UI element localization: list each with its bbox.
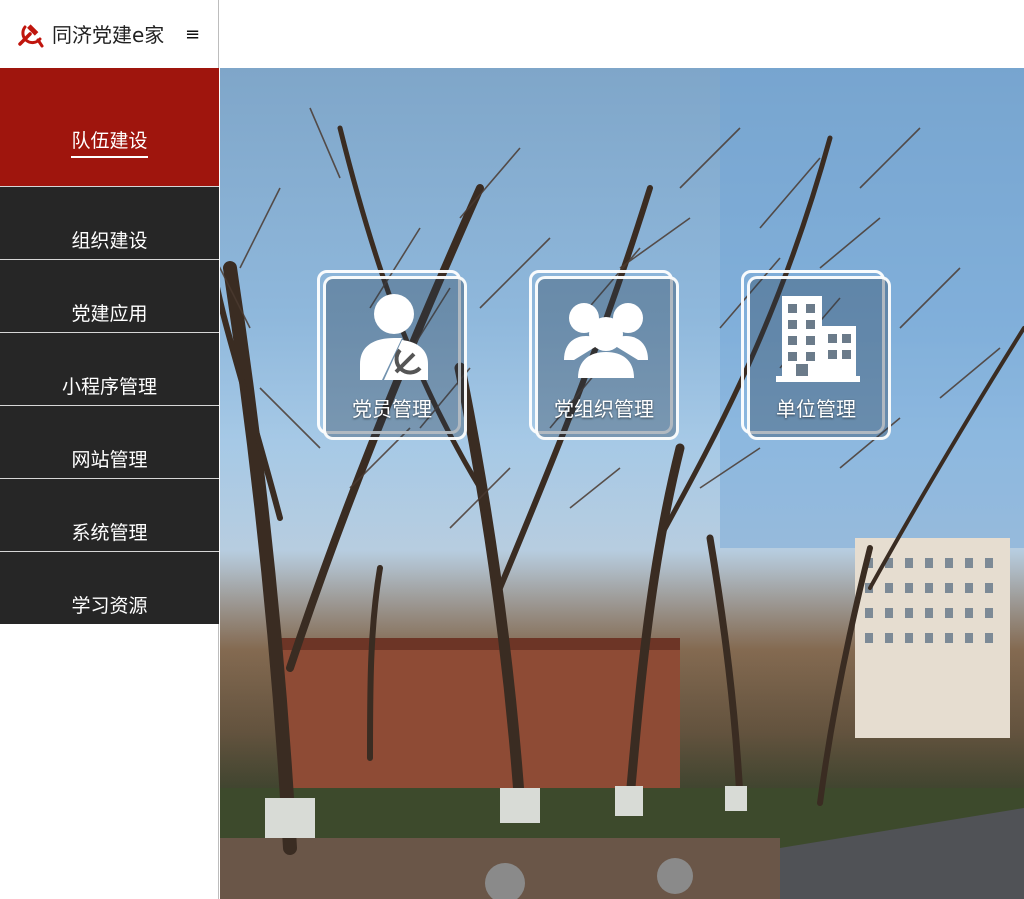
sidebar-item-party-apps[interactable]: 党建应用 (0, 260, 219, 333)
building-icon (776, 296, 860, 382)
main-content: 党员管理 党组织管理 单位管理 (220, 68, 1024, 899)
tile-party-org-management[interactable]: 党组织管理 (529, 270, 679, 440)
tile-unit-management[interactable]: 单位管理 (741, 270, 891, 440)
sidebar-item-learning[interactable]: 学习资源 (0, 552, 219, 624)
menu-toggle-icon[interactable]: ≡ (185, 22, 200, 48)
tile-member-management[interactable]: 党员管理 (317, 270, 467, 440)
brand-title: 同济党建e家 (52, 23, 165, 47)
hammer-sickle-icon (18, 24, 44, 48)
sidebar: 队伍建设 组织建设 党建应用 小程序管理 网站管理 系统管理 学习资源 (0, 68, 219, 899)
campus-background-image (220, 68, 1024, 899)
tile-label: 党组织管理 (554, 397, 654, 421)
sidebar-item-label: 网站管理 (71, 449, 148, 471)
sidebar-item-label: 党建应用 (71, 303, 148, 325)
sidebar-item-system[interactable]: 系统管理 (0, 479, 219, 552)
tile-label: 党员管理 (352, 397, 432, 421)
sidebar-item-label: 队伍建设 (71, 126, 148, 158)
sidebar-item-label: 小程序管理 (61, 376, 157, 398)
sidebar-item-label: 组织建设 (71, 230, 148, 252)
sidebar-item-label: 系统管理 (71, 522, 148, 544)
tile-label: 单位管理 (776, 397, 856, 421)
sidebar-item-org-building[interactable]: 组织建设 (0, 187, 219, 260)
sidebar-item-team-building[interactable]: 队伍建设 (0, 68, 219, 187)
sidebar-item-label: 学习资源 (71, 595, 148, 617)
group-icon (564, 303, 648, 378)
topbar (219, 0, 1024, 68)
sidebar-item-mini-program[interactable]: 小程序管理 (0, 333, 219, 406)
sidebar-item-website[interactable]: 网站管理 (0, 406, 219, 479)
member-icon (360, 294, 428, 380)
sidebar-header: 同济党建e家 ≡ (0, 0, 219, 68)
